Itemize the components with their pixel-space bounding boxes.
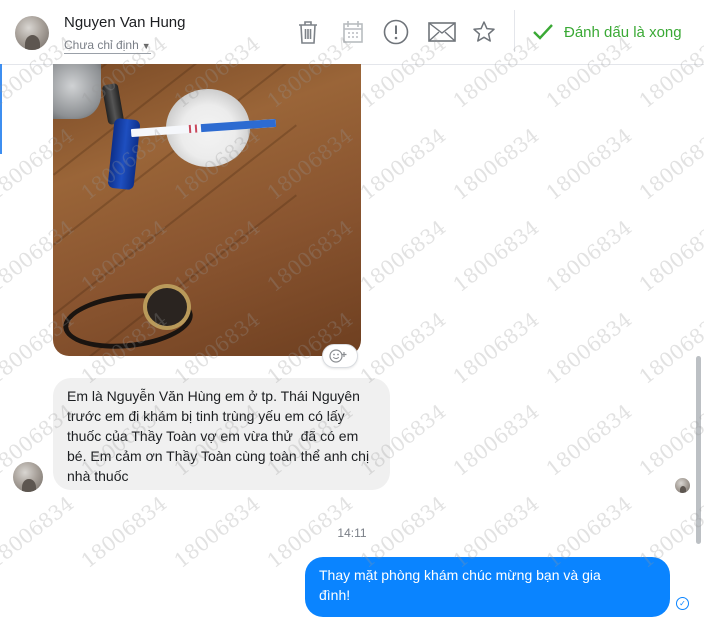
watermark-text: 18006834 (448, 307, 544, 389)
scrollbar[interactable] (696, 356, 701, 544)
delete-button[interactable] (294, 18, 322, 46)
conversation-header: Nguyen Van Hung Chưa chỉ định ▼ Đánh dấu … (0, 0, 704, 65)
toolbar-divider (514, 10, 515, 52)
star-button[interactable] (470, 18, 498, 46)
chevron-down-icon: ▼ (141, 41, 151, 51)
watermark-text: 18006834 (448, 123, 544, 205)
assignee-dropdown[interactable]: Chưa chỉ định ▼ (64, 38, 151, 54)
photo-attachment[interactable] (53, 64, 361, 356)
watermark-text: 18006834 (355, 307, 451, 389)
trash-icon (299, 21, 317, 44)
contact-avatar[interactable] (15, 16, 49, 50)
add-reaction-button[interactable] (322, 344, 358, 368)
watermark-text: 18006834 (448, 399, 544, 481)
watermark-text: 18006834 (634, 215, 704, 297)
watermark-text: 18006834 (448, 215, 544, 297)
alert-icon (383, 19, 409, 45)
mark-done-button[interactable]: Đánh dấu là xong (532, 20, 682, 44)
watermark-text: 18006834 (355, 123, 451, 205)
contact-name[interactable]: Nguyen Van Hung (64, 14, 185, 31)
calendar-icon (343, 21, 363, 43)
watermark-text: 18006834 (634, 307, 704, 389)
watermark-text: 18006834 (541, 399, 637, 481)
mail-icon (428, 22, 456, 42)
schedule-button[interactable] (339, 18, 367, 46)
incoming-message: Em là Nguyễn Văn Hùng em ở tp. Thái Nguy… (53, 378, 390, 490)
assignee-label: Chưa chỉ định (64, 38, 139, 52)
read-receipt-avatar (675, 478, 690, 493)
mark-done-label: Đánh dấu là xong (564, 23, 682, 41)
check-icon (533, 24, 553, 40)
jar-object (53, 64, 101, 119)
watermark-text: 18006834 (541, 215, 637, 297)
smiley-plus-icon (329, 349, 347, 363)
outgoing-message: Thay mặt phòng khám chúc mừng bạn và gia… (305, 557, 670, 617)
message-timestamp: 14:11 (337, 526, 367, 540)
watermark-text: 18006834 (634, 123, 704, 205)
sender-avatar[interactable] (13, 462, 43, 492)
mark-unread-button[interactable] (427, 18, 457, 46)
watermark-text: 18006834 (634, 399, 704, 481)
star-icon (473, 21, 495, 42)
sent-check-icon: ✓ (676, 597, 689, 610)
unread-indicator (0, 64, 2, 154)
watermark-text: 18006834 (355, 215, 451, 297)
watch-face (143, 284, 191, 330)
watermark-text: 18006834 (541, 123, 637, 205)
mark-spam-button[interactable] (382, 18, 410, 46)
watermark-text: 18006834 (541, 307, 637, 389)
